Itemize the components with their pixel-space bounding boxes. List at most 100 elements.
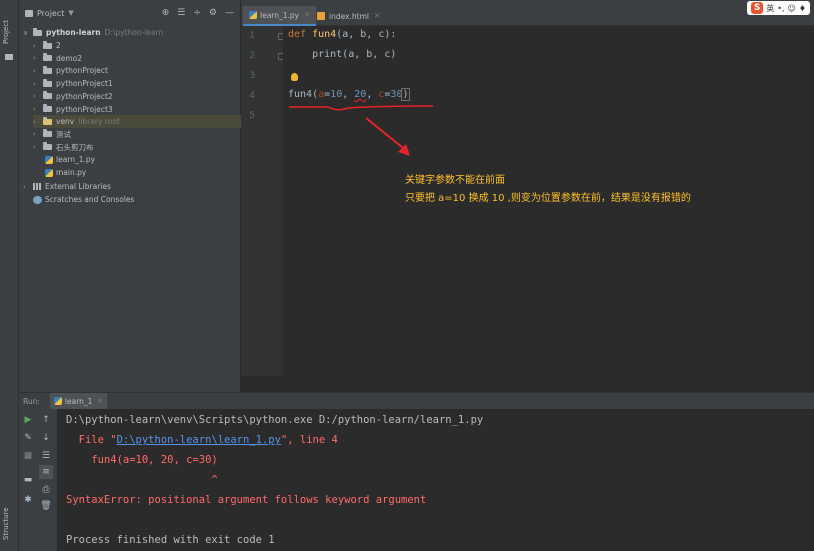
console-command: D:\python-learn\venv\Scripts\python.exe … bbox=[66, 414, 484, 426]
tree-item-label: 石头剪刀布 bbox=[56, 142, 94, 152]
tree-root-path: D:\python-learn bbox=[104, 28, 164, 37]
pin-icon[interactable]: ✱ bbox=[21, 493, 35, 507]
lightbulb-icon[interactable] bbox=[291, 73, 298, 81]
wrench-icon[interactable]: ✎ bbox=[21, 431, 35, 445]
folder-icon bbox=[43, 142, 52, 151]
tree-item[interactable]: › 石头剪刀布 bbox=[33, 141, 94, 154]
tree-root-python-learn[interactable]: ∨ python-learn D:\python-learn bbox=[23, 26, 163, 39]
project-panel: Project ▼ ⊕ ☰ ÷ ⚙ — ∨ python-learn D:\py… bbox=[19, 0, 241, 392]
scroll-to-end-icon[interactable]: ≡ bbox=[39, 465, 53, 479]
folder-icon bbox=[33, 27, 42, 36]
tree-item[interactable]: › 2 bbox=[33, 39, 61, 52]
ime-indicator[interactable]: S 英 •, ☺ ♦ bbox=[747, 1, 810, 15]
function-signature: (a, b, c): bbox=[336, 29, 397, 40]
tree-item-label: venv bbox=[56, 117, 75, 127]
arrow-up-icon[interactable]: ↑ bbox=[39, 413, 53, 427]
chevron-right-icon[interactable]: › bbox=[33, 67, 43, 75]
code-line-1: def fun4(a, b, c): bbox=[288, 29, 396, 40]
folder-icon bbox=[43, 104, 52, 112]
paren-close: ) bbox=[401, 88, 410, 101]
tree-item-label: pythonProject2 bbox=[56, 91, 113, 101]
punctuation-icon: •, bbox=[777, 3, 785, 13]
expand-all-icon[interactable]: ☰ bbox=[177, 8, 185, 18]
python-file-icon bbox=[249, 11, 257, 19]
function-name: fun4 bbox=[312, 29, 337, 40]
tree-item[interactable]: learn_1.py bbox=[45, 153, 95, 166]
editor-tab-bar: learn_1.py ✕ index.html ✕ bbox=[241, 0, 814, 26]
chevron-right-icon[interactable]: › bbox=[23, 183, 33, 191]
tree-item-label: demo2 bbox=[56, 53, 83, 63]
chevron-down-icon[interactable]: ∨ bbox=[23, 29, 33, 37]
tree-item[interactable]: › pythonProject3 bbox=[33, 103, 113, 116]
html-file-icon bbox=[317, 12, 325, 20]
tree-item-label: pythonProject1 bbox=[56, 79, 113, 89]
python-file-icon bbox=[45, 168, 53, 177]
project-panel-tools: ⊕ ☰ ÷ ⚙ — bbox=[162, 8, 234, 18]
file-prefix: File " bbox=[66, 434, 117, 446]
tree-item[interactable]: › demo2 bbox=[33, 52, 82, 65]
stop-icon[interactable]: ■ bbox=[21, 449, 35, 463]
tree-item[interactable]: main.py bbox=[45, 166, 86, 179]
tree-item-external-libraries[interactable]: › External Libraries bbox=[23, 180, 111, 193]
rerun-icon[interactable]: ▶ bbox=[21, 413, 35, 427]
chevron-right-icon[interactable]: › bbox=[33, 92, 43, 100]
number-30: 30 bbox=[390, 89, 403, 100]
project-panel-title[interactable]: Project bbox=[37, 9, 64, 18]
chevron-right-icon[interactable]: › bbox=[33, 42, 43, 50]
console-error: SyntaxError: positional argument follows… bbox=[66, 494, 427, 506]
project-icon bbox=[25, 9, 33, 17]
comma: , bbox=[342, 89, 355, 100]
run-panel-header: Run: learn_1 ✕ bbox=[19, 392, 814, 410]
tree-item-label: pythonProject3 bbox=[56, 104, 113, 114]
print-icon[interactable]: ⎙ bbox=[39, 483, 53, 497]
chevron-right-icon[interactable]: › bbox=[33, 130, 43, 138]
editor-gutter: 1 2 3 4 5 bbox=[241, 26, 284, 376]
tree-item-label: learn_1.py bbox=[56, 155, 96, 165]
chevron-right-icon[interactable]: › bbox=[33, 80, 43, 88]
folder-icon bbox=[43, 40, 52, 49]
python-file-icon bbox=[45, 155, 53, 164]
chevron-right-icon[interactable]: › bbox=[33, 118, 43, 126]
close-icon[interactable]: ✕ bbox=[304, 11, 310, 19]
tree-item[interactable]: › venv library root bbox=[33, 115, 241, 129]
trash-icon[interactable]: 🗑 bbox=[39, 499, 53, 513]
folder-icon bbox=[43, 116, 52, 125]
console-finished: Process finished with exit code 1 bbox=[66, 534, 275, 546]
arrow-down-icon[interactable]: ↓ bbox=[39, 431, 53, 445]
layout-icon[interactable]: ▬ bbox=[21, 473, 35, 487]
soft-wrap-icon[interactable]: ☰ bbox=[39, 449, 53, 463]
folder-icon bbox=[43, 129, 52, 138]
chevron-down-icon[interactable]: ▼ bbox=[68, 9, 73, 17]
tree-item[interactable]: › pythonProject bbox=[33, 64, 108, 77]
tree-item-label: External Libraries bbox=[45, 182, 111, 191]
file-link[interactable]: D:\python-learn\learn_1.py bbox=[117, 434, 281, 446]
run-toolbar: ▶ ↑ ✎ ↓ ■ ☰ ≡ ▬ ⎙ ✱ 🗑 bbox=[19, 409, 57, 551]
chevron-right-icon[interactable]: › bbox=[33, 143, 43, 151]
tree-item-scratches[interactable]: Scratches and Consoles bbox=[33, 193, 134, 206]
code-line-2: print(a, b, c) bbox=[288, 49, 397, 60]
minimize-icon[interactable]: — bbox=[225, 8, 234, 18]
left-tool-strip: Project Structure bbox=[0, 0, 19, 551]
chevron-right-icon[interactable]: › bbox=[33, 54, 43, 62]
tree-item-note: library root bbox=[78, 117, 120, 127]
run-tab-label: learn_1 bbox=[64, 396, 93, 406]
collapse-all-icon[interactable]: ÷ bbox=[193, 8, 201, 18]
tree-item[interactable]: › 测试 bbox=[33, 128, 71, 141]
close-icon[interactable]: ✕ bbox=[374, 12, 380, 20]
tree-item-label: main.py bbox=[56, 168, 87, 177]
tab-index-html[interactable]: index.html ✕ bbox=[311, 6, 386, 26]
tab-learn-1-py[interactable]: learn_1.py ✕ bbox=[243, 6, 316, 26]
chevron-right-icon[interactable]: › bbox=[33, 105, 43, 113]
close-icon[interactable]: ✕ bbox=[97, 397, 103, 405]
file-suffix: ", line 4 bbox=[280, 434, 338, 446]
structure-tool-tab[interactable]: Structure bbox=[2, 500, 16, 548]
run-console[interactable]: D:\python-learn\venv\Scripts\python.exe … bbox=[57, 409, 814, 551]
tree-item[interactable]: › pythonProject2 bbox=[33, 90, 113, 103]
locate-icon[interactable]: ⊕ bbox=[162, 8, 170, 18]
gear-icon[interactable]: ⚙ bbox=[209, 8, 217, 18]
run-tab-learn-1[interactable]: learn_1 ✕ bbox=[49, 392, 108, 410]
line-number: 4 bbox=[249, 91, 255, 101]
project-tool-tab[interactable]: Project bbox=[2, 12, 16, 52]
keyword-def: def bbox=[288, 29, 313, 40]
tree-item[interactable]: › pythonProject1 bbox=[33, 77, 113, 90]
